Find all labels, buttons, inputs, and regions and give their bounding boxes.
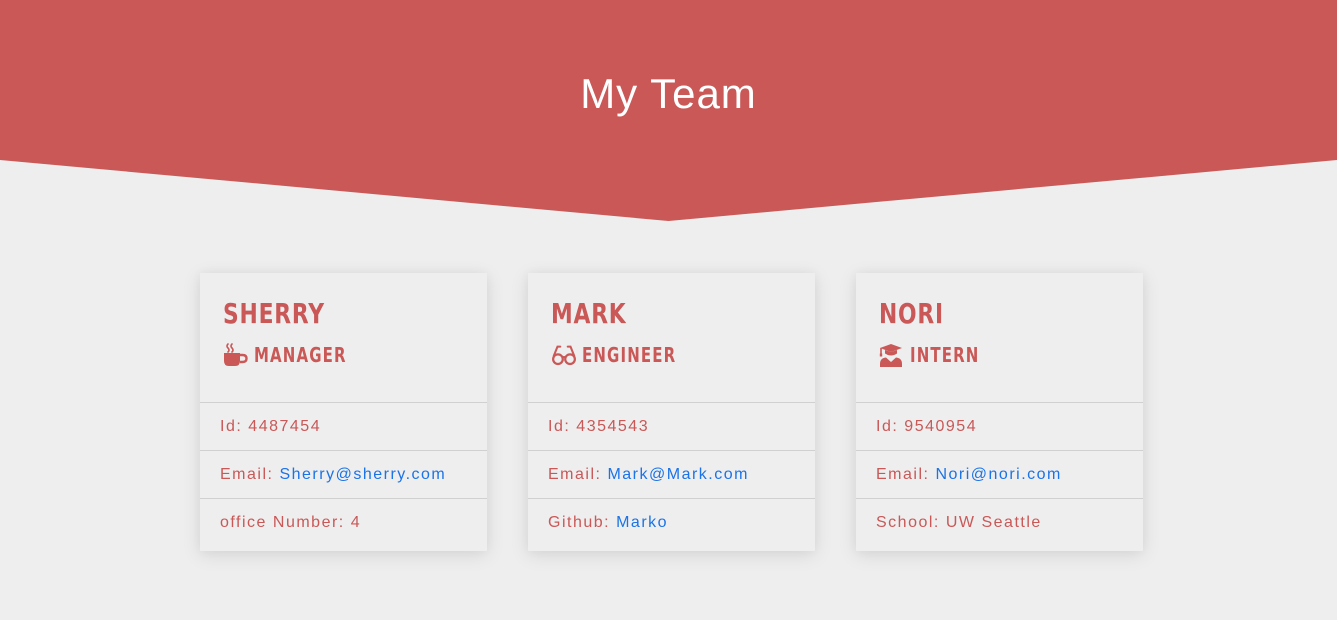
employee-role: Intern: [879, 343, 1143, 367]
card-header: Nori Intern: [856, 273, 1143, 403]
id-row: Id: 9540954: [856, 403, 1143, 451]
id-label: Id:: [220, 417, 243, 435]
school-label: School:: [876, 514, 940, 531]
page-title: My Team: [580, 70, 757, 117]
employee-card-intern: Nori Intern Id: 9540954 Email:: [856, 273, 1143, 551]
employee-role: Manager: [223, 343, 487, 367]
id-label: Id:: [548, 417, 571, 435]
id-value: 4487454: [248, 417, 322, 435]
id-row: Id: 4354543: [528, 403, 815, 451]
github-row: Github: Marko: [528, 499, 815, 547]
github-link[interactable]: Marko: [616, 514, 668, 532]
email-link[interactable]: Nori@nori.com: [935, 466, 1061, 484]
office-number-value: 4: [350, 514, 362, 531]
employee-card-engineer: Mark Engineer Id: 4354543 Email:: [528, 273, 815, 551]
github-label: Github:: [548, 514, 611, 531]
email-label: Email:: [548, 465, 602, 483]
card-header: Sherry Manager: [200, 273, 487, 403]
employee-card-manager: Sherry Manager Id: 4487454 Email: Sherry…: [200, 273, 487, 551]
school-value: UW Seattle: [945, 514, 1042, 531]
id-label: Id:: [876, 417, 899, 435]
graduate-icon: [879, 343, 905, 367]
employee-name: Nori: [879, 297, 944, 330]
office-number-row: office Number: 4: [200, 499, 487, 547]
id-value: 4354543: [576, 417, 650, 435]
email-link[interactable]: Sherry@sherry.com: [279, 466, 446, 484]
id-row: Id: 4487454: [200, 403, 487, 451]
role-label: Manager: [254, 343, 347, 367]
coffee-mug-icon: [223, 343, 249, 367]
card-header: Mark Engineer: [528, 273, 815, 403]
role-label: Intern: [910, 343, 980, 367]
employee-name: Sherry: [223, 297, 325, 330]
email-link[interactable]: Mark@Mark.com: [607, 466, 749, 484]
email-row: Email: Nori@nori.com: [856, 451, 1143, 499]
id-value: 9540954: [904, 417, 978, 435]
email-row: Email: Mark@Mark.com: [528, 451, 815, 499]
employee-role: Engineer: [551, 343, 815, 367]
team-cards: Sherry Manager Id: 4487454 Email: Sherry…: [200, 273, 1143, 551]
employee-name: Mark: [551, 297, 627, 330]
glasses-icon: [551, 343, 577, 367]
email-label: Email:: [876, 465, 930, 483]
email-row: Email: Sherry@sherry.com: [200, 451, 487, 499]
school-row: School: UW Seattle: [856, 499, 1143, 547]
office-number-label: office Number:: [220, 514, 345, 531]
email-label: Email:: [220, 465, 274, 483]
role-label: Engineer: [582, 343, 677, 367]
